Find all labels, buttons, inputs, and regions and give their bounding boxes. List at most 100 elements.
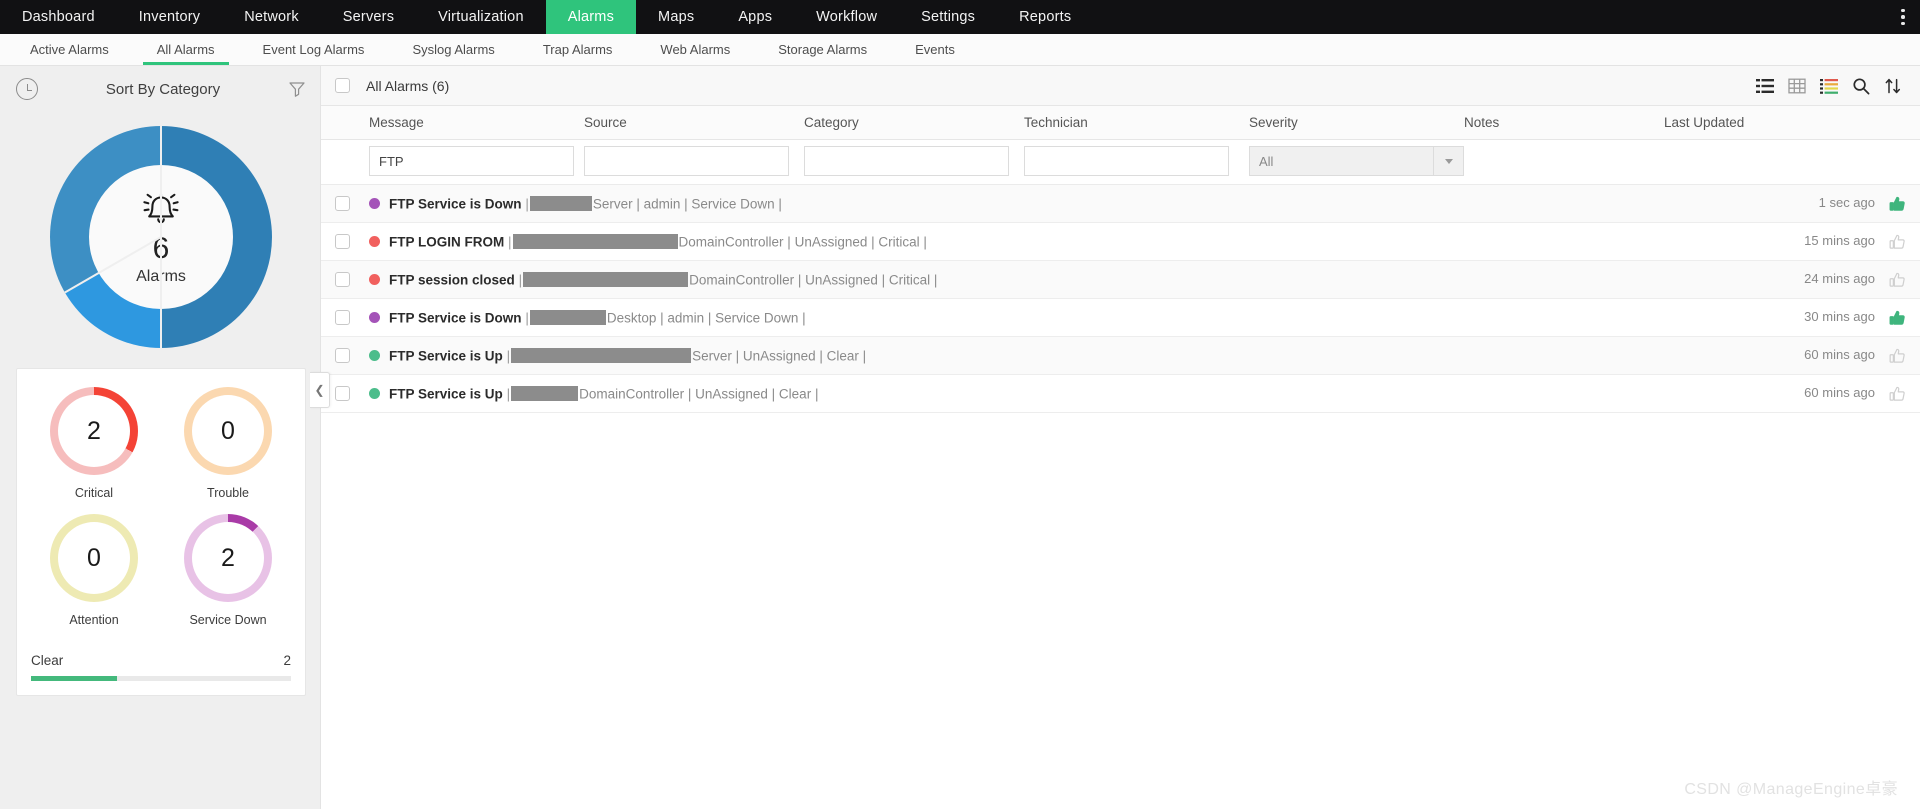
topnav-item-maps[interactable]: Maps: [636, 0, 716, 34]
alarm-summary-sidebar: Sort By Category 2 Critical 0 Trouble 0 …: [0, 66, 330, 809]
table-row[interactable]: FTP Service is Up | DomainController | Un…: [321, 374, 1920, 413]
redacted-source-block: [529, 195, 592, 211]
ring-gauge: 0: [50, 514, 138, 602]
row-checkbox[interactable]: [335, 234, 350, 249]
alarm-message-cell[interactable]: FTP Service is Up | Server | UnAssigned |…: [369, 337, 1664, 375]
last-updated-text: 60 mins ago: [1804, 385, 1875, 401]
clear-progress-fill: [31, 676, 117, 681]
watermark: CSDN @ManageEngine卓豪: [1684, 781, 1898, 798]
alarm-message-cell[interactable]: FTP session closed | DomainController | U…: [369, 261, 1664, 299]
filter-updated-cell: [1664, 139, 1920, 185]
alarm-category-donut-chart[interactable]: 6 Alarms: [16, 112, 306, 362]
table-row[interactable]: FTP Service is Down | Server | admin | Se…: [321, 184, 1920, 223]
column-header-message[interactable]: Message: [369, 106, 584, 140]
topnav-item-settings[interactable]: Settings: [899, 0, 997, 34]
last-updated-text: 60 mins ago: [1804, 347, 1875, 363]
topnav-item-alarms[interactable]: Alarms: [545, 0, 637, 34]
topnav-item-inventory[interactable]: Inventory: [117, 0, 222, 34]
subnav-item-events[interactable]: Events: [891, 34, 979, 65]
alarm-message-text: FTP LOGIN FROM: [389, 233, 505, 249]
source-filter-input[interactable]: [584, 146, 789, 176]
technician-filter-input[interactable]: [1024, 146, 1229, 176]
topnav-item-apps[interactable]: Apps: [716, 0, 794, 34]
column-header-notes[interactable]: Notes: [1464, 106, 1664, 140]
clear-value: 2: [283, 653, 291, 668]
severity-ring-critical[interactable]: 2 Critical: [27, 387, 161, 500]
chevron-down-icon[interactable]: [1433, 147, 1463, 175]
thumbs-up-icon[interactable]: [1889, 196, 1906, 212]
color-list-view-icon[interactable]: [1820, 77, 1838, 95]
thumbs-up-icon[interactable]: [1889, 386, 1906, 402]
subnav-item-trap-alarms[interactable]: Trap Alarms: [519, 34, 637, 65]
alarm-meta-text: DomainController | UnAssigned | Critical…: [678, 233, 927, 249]
alarm-message-cell[interactable]: FTP Service is Up | DomainController | Un…: [369, 375, 1664, 413]
subnav-item-syslog-alarms[interactable]: Syslog Alarms: [388, 34, 518, 65]
sort-icon[interactable]: [1884, 77, 1902, 95]
topnav-item-reports[interactable]: Reports: [997, 0, 1093, 34]
alarm-message-text: FTP Service is Up: [389, 385, 503, 401]
alarm-meta-text: Server | admin | Service Down |: [592, 195, 782, 211]
alarm-message-text: FTP Service is Up: [389, 347, 503, 363]
table-row[interactable]: FTP LOGIN FROM | DomainController | UnAss…: [321, 222, 1920, 261]
alarm-message-cell[interactable]: FTP Service is Down | Server | admin | Se…: [369, 185, 1664, 223]
severity-filter-select[interactable]: All: [1249, 146, 1464, 176]
ring-value: 0: [87, 543, 101, 572]
alarm-message-cell[interactable]: FTP LOGIN FROM | DomainController | UnAss…: [369, 223, 1664, 261]
subnav-item-all-alarms[interactable]: All Alarms: [133, 34, 239, 65]
thumbs-up-icon[interactable]: [1889, 348, 1906, 364]
alarm-meta-text: Server | UnAssigned | Clear |: [692, 347, 867, 363]
last-updated-cell: 30 mins ago: [1664, 299, 1920, 337]
row-checkbox[interactable]: [335, 386, 350, 401]
filter-message-cell: [369, 139, 584, 185]
header-checkbox-col: [321, 106, 369, 140]
column-header-last-updated[interactable]: Last Updated: [1664, 106, 1920, 140]
severity-ring-trouble[interactable]: 0 Trouble: [161, 387, 295, 500]
table-row[interactable]: FTP Service is Up | Server | UnAssigned |…: [321, 336, 1920, 375]
thumbs-up-icon[interactable]: [1889, 272, 1906, 288]
subnav-item-event-log-alarms[interactable]: Event Log Alarms: [239, 34, 389, 65]
list-view-icon[interactable]: [1756, 77, 1774, 95]
sidebar-title: Sort By Category: [105, 80, 221, 98]
table-row[interactable]: FTP Service is Down | Desktop | admin | S…: [321, 298, 1920, 337]
column-header-technician[interactable]: Technician: [1024, 106, 1249, 140]
kebab-menu-icon[interactable]: [1886, 0, 1920, 34]
funnel-filter-icon[interactable]: [288, 80, 306, 98]
severity-filter-value: All: [1259, 153, 1274, 169]
topnav-item-dashboard[interactable]: Dashboard: [0, 0, 117, 34]
thumbs-up-icon[interactable]: [1889, 234, 1906, 250]
ring-value: 0: [221, 416, 235, 445]
ring-gauge: 2: [50, 387, 138, 475]
alarm-meta-text: DomainController | UnAssigned | Critical…: [689, 271, 938, 287]
subnav-item-storage-alarms[interactable]: Storage Alarms: [754, 34, 891, 65]
column-header-source[interactable]: Source: [584, 106, 804, 140]
topnav-item-servers[interactable]: Servers: [321, 0, 416, 34]
category-filter-input[interactable]: [804, 146, 1009, 176]
topnav-item-network[interactable]: Network: [222, 0, 321, 34]
row-checkbox[interactable]: [335, 272, 350, 287]
severity-ring-service-down[interactable]: 2 Service Down: [161, 514, 295, 627]
clock-icon[interactable]: [16, 78, 38, 100]
column-header-category[interactable]: Category: [804, 106, 1024, 140]
message-filter-input[interactable]: [369, 146, 574, 176]
sidebar-collapse-button[interactable]: ❮: [310, 372, 330, 408]
alarm-message-cell[interactable]: FTP Service is Down | Desktop | admin | S…: [369, 299, 1664, 337]
donut-segment-divider: [160, 126, 162, 237]
row-checkbox[interactable]: [335, 196, 350, 211]
thumbs-up-icon[interactable]: [1889, 310, 1906, 326]
subnav-item-active-alarms[interactable]: Active Alarms: [6, 34, 133, 65]
grid-view-icon[interactable]: [1788, 77, 1806, 95]
topnav-item-workflow[interactable]: Workflow: [794, 0, 899, 34]
column-header-severity[interactable]: Severity: [1249, 106, 1464, 140]
alarms-table: Message Source Category Technician Sever…: [321, 106, 1920, 413]
row-checkbox[interactable]: [335, 348, 350, 363]
subnav-item-web-alarms[interactable]: Web Alarms: [636, 34, 754, 65]
table-row[interactable]: FTP session closed | DomainController | U…: [321, 260, 1920, 299]
topnav-item-virtualization[interactable]: Virtualization: [416, 0, 546, 34]
search-icon[interactable]: [1852, 77, 1870, 95]
last-updated-cell: 60 mins ago: [1664, 337, 1920, 375]
severity-ring-attention[interactable]: 0 Attention: [27, 514, 161, 627]
ring-gauge: 2: [184, 514, 272, 602]
clear-summary-row: Clear 2: [27, 653, 295, 681]
select-all-checkbox[interactable]: [335, 78, 350, 93]
row-checkbox[interactable]: [335, 310, 350, 325]
